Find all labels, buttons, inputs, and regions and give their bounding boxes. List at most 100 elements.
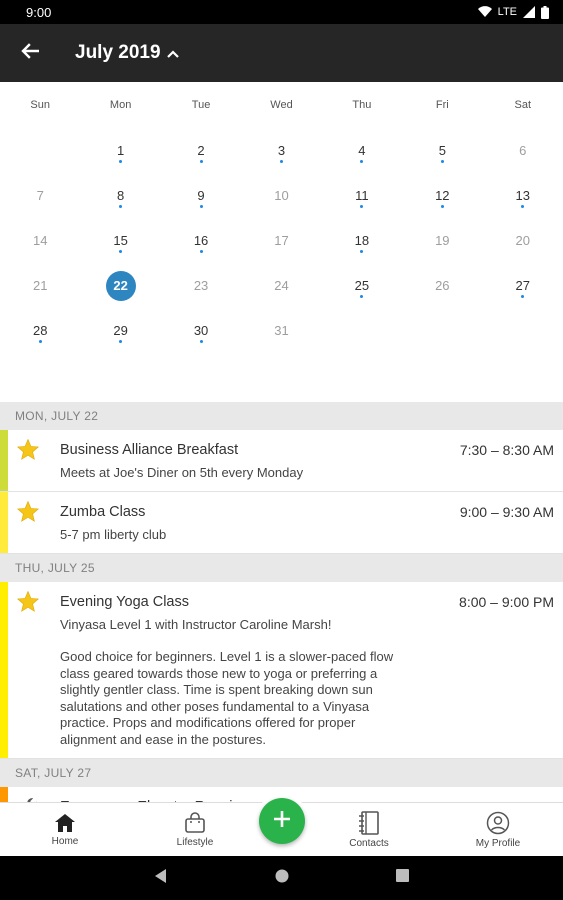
day-number: 6 <box>519 142 527 158</box>
event-time: 7:30 – 8:30 AM <box>459 442 554 458</box>
system-recents-button[interactable] <box>372 856 432 900</box>
nav-home-label: Home <box>51 836 79 847</box>
weekday-fri: Fri <box>435 99 449 111</box>
month-selector[interactable]: July 2019 <box>75 42 179 64</box>
event-dot-indicator <box>199 205 203 208</box>
day-cell[interactable]: 3 <box>241 128 321 173</box>
day-cell[interactable]: 6 <box>483 128 563 173</box>
agenda-date-header: THU, JULY 25 <box>0 554 563 582</box>
event-dot-indicator <box>440 205 444 208</box>
day-cell[interactable]: 10 <box>241 173 321 218</box>
nav-home[interactable]: Home <box>35 803 95 857</box>
agenda-list: MON, JULY 22 Business Alliance Breakfast M… <box>0 402 563 802</box>
star-icon[interactable] <box>16 438 40 462</box>
day-cell[interactable]: 8 <box>80 173 160 218</box>
star-icon[interactable] <box>16 500 40 524</box>
empty-day-cell <box>483 308 563 353</box>
day-number: 20 <box>515 232 530 248</box>
day-number: 7 <box>36 187 44 203</box>
day-number: 10 <box>274 187 289 203</box>
day-number: 26 <box>435 277 450 293</box>
status-bar: 9:00 LTE <box>0 0 563 24</box>
day-cell[interactable]: 25 <box>322 263 402 308</box>
wifi-icon <box>477 6 492 18</box>
plus-icon <box>272 809 292 834</box>
event-subtitle: Vinyasa Level 1 with Instructor Caroline… <box>60 617 332 632</box>
day-cell[interactable]: 12 <box>402 173 482 218</box>
event-color-bar <box>0 582 8 758</box>
selected-day[interactable]: 22 <box>80 263 160 308</box>
day-number: 31 <box>274 322 289 338</box>
status-icons: LTE <box>477 5 549 19</box>
system-home-button[interactable] <box>252 856 312 900</box>
event-item[interactable]: Business Alliance Breakfast Meets at Joe'… <box>0 430 563 492</box>
empty-day-cell <box>0 128 80 173</box>
wrench-icon <box>16 795 40 802</box>
system-navigation-bar <box>0 856 563 900</box>
empty-day-cell <box>402 308 482 353</box>
weekday-mon: Mon <box>109 99 132 111</box>
day-cell[interactable]: 18 <box>322 218 402 263</box>
day-cell[interactable]: 26 <box>402 263 482 308</box>
day-cell[interactable]: 2 <box>161 128 241 173</box>
nav-contacts-label: Contacts <box>349 838 389 849</box>
day-cell[interactable]: 29 <box>80 308 160 353</box>
day-number: 24 <box>274 277 289 293</box>
circle-home-icon <box>275 869 289 888</box>
event-description: Good choice for beginners. Level 1 is a … <box>60 649 430 748</box>
weekday-sat: Sat <box>514 99 531 111</box>
event-description-line: alignment and ease in the postures. <box>60 731 266 747</box>
nav-lifestyle[interactable]: Lifestyle <box>164 803 226 857</box>
event-time: 8:00 – 9:00 PM <box>459 594 554 610</box>
event-dot-indicator <box>199 250 203 253</box>
day-cell[interactable]: 28 <box>0 308 80 353</box>
square-recents-icon <box>395 869 409 887</box>
day-number: 19 <box>435 232 450 248</box>
day-cell[interactable]: 16 <box>161 218 241 263</box>
day-cell[interactable]: 19 <box>402 218 482 263</box>
system-back-button[interactable] <box>131 856 191 900</box>
address-book-icon <box>358 811 380 835</box>
status-time: 9:00 <box>26 4 52 20</box>
shopping-bag-icon <box>184 812 206 834</box>
day-cell[interactable]: 21 <box>0 263 80 308</box>
day-cell[interactable]: 1 <box>80 128 160 173</box>
event-color-bar <box>0 492 8 553</box>
day-cell[interactable]: 24 <box>241 263 321 308</box>
event-description-line: Good choice for beginners. Level 1 is a … <box>60 649 394 664</box>
day-number: 17 <box>274 232 289 248</box>
event-description-line: salutations and other poses fundamental … <box>60 698 370 714</box>
day-cell[interactable]: 13 <box>483 173 563 218</box>
weekday-wed: Wed <box>270 99 293 111</box>
day-cell[interactable]: 23 <box>161 263 241 308</box>
event-item[interactable]: Zumba Class 5-7 pm liberty club 9:00 – 9:3… <box>0 492 563 554</box>
day-cell[interactable]: 31 <box>241 308 321 353</box>
back-button[interactable] <box>0 24 60 82</box>
weekday-thu: Thu <box>352 99 372 111</box>
day-cell[interactable]: 30 <box>161 308 241 353</box>
weekday-header: Sun Mon Tue Wed Thu Fri Sat <box>0 82 563 128</box>
agenda-date-header: MON, JULY 22 <box>0 402 563 430</box>
nav-lifestyle-label: Lifestyle <box>176 837 214 848</box>
nav-profile-label: My Profile <box>475 838 521 849</box>
day-cell[interactable]: 15 <box>80 218 160 263</box>
battery-icon <box>541 5 549 19</box>
day-cell[interactable]: 27 <box>483 263 563 308</box>
arrow-back-icon <box>21 42 40 64</box>
day-cell[interactable]: 4 <box>322 128 402 173</box>
day-cell[interactable]: 11 <box>322 173 402 218</box>
day-cell[interactable]: 5 <box>402 128 482 173</box>
nav-profile[interactable]: My Profile <box>466 803 530 857</box>
star-icon[interactable] <box>16 590 40 614</box>
nav-contacts[interactable]: Contacts <box>338 803 400 857</box>
day-cell[interactable]: 17 <box>241 218 321 263</box>
agenda-date-header: SAT, JULY 27 <box>0 759 563 787</box>
day-number: 23 <box>193 277 209 293</box>
day-cell[interactable]: 20 <box>483 218 563 263</box>
day-cell[interactable]: 9 <box>161 173 241 218</box>
add-event-button[interactable] <box>259 798 305 844</box>
event-item[interactable]: Evening Yoga Class Vinyasa Level 1 with I… <box>0 582 563 759</box>
day-cell[interactable]: 14 <box>0 218 80 263</box>
day-cell[interactable]: 7 <box>0 173 80 218</box>
home-icon <box>54 813 76 833</box>
